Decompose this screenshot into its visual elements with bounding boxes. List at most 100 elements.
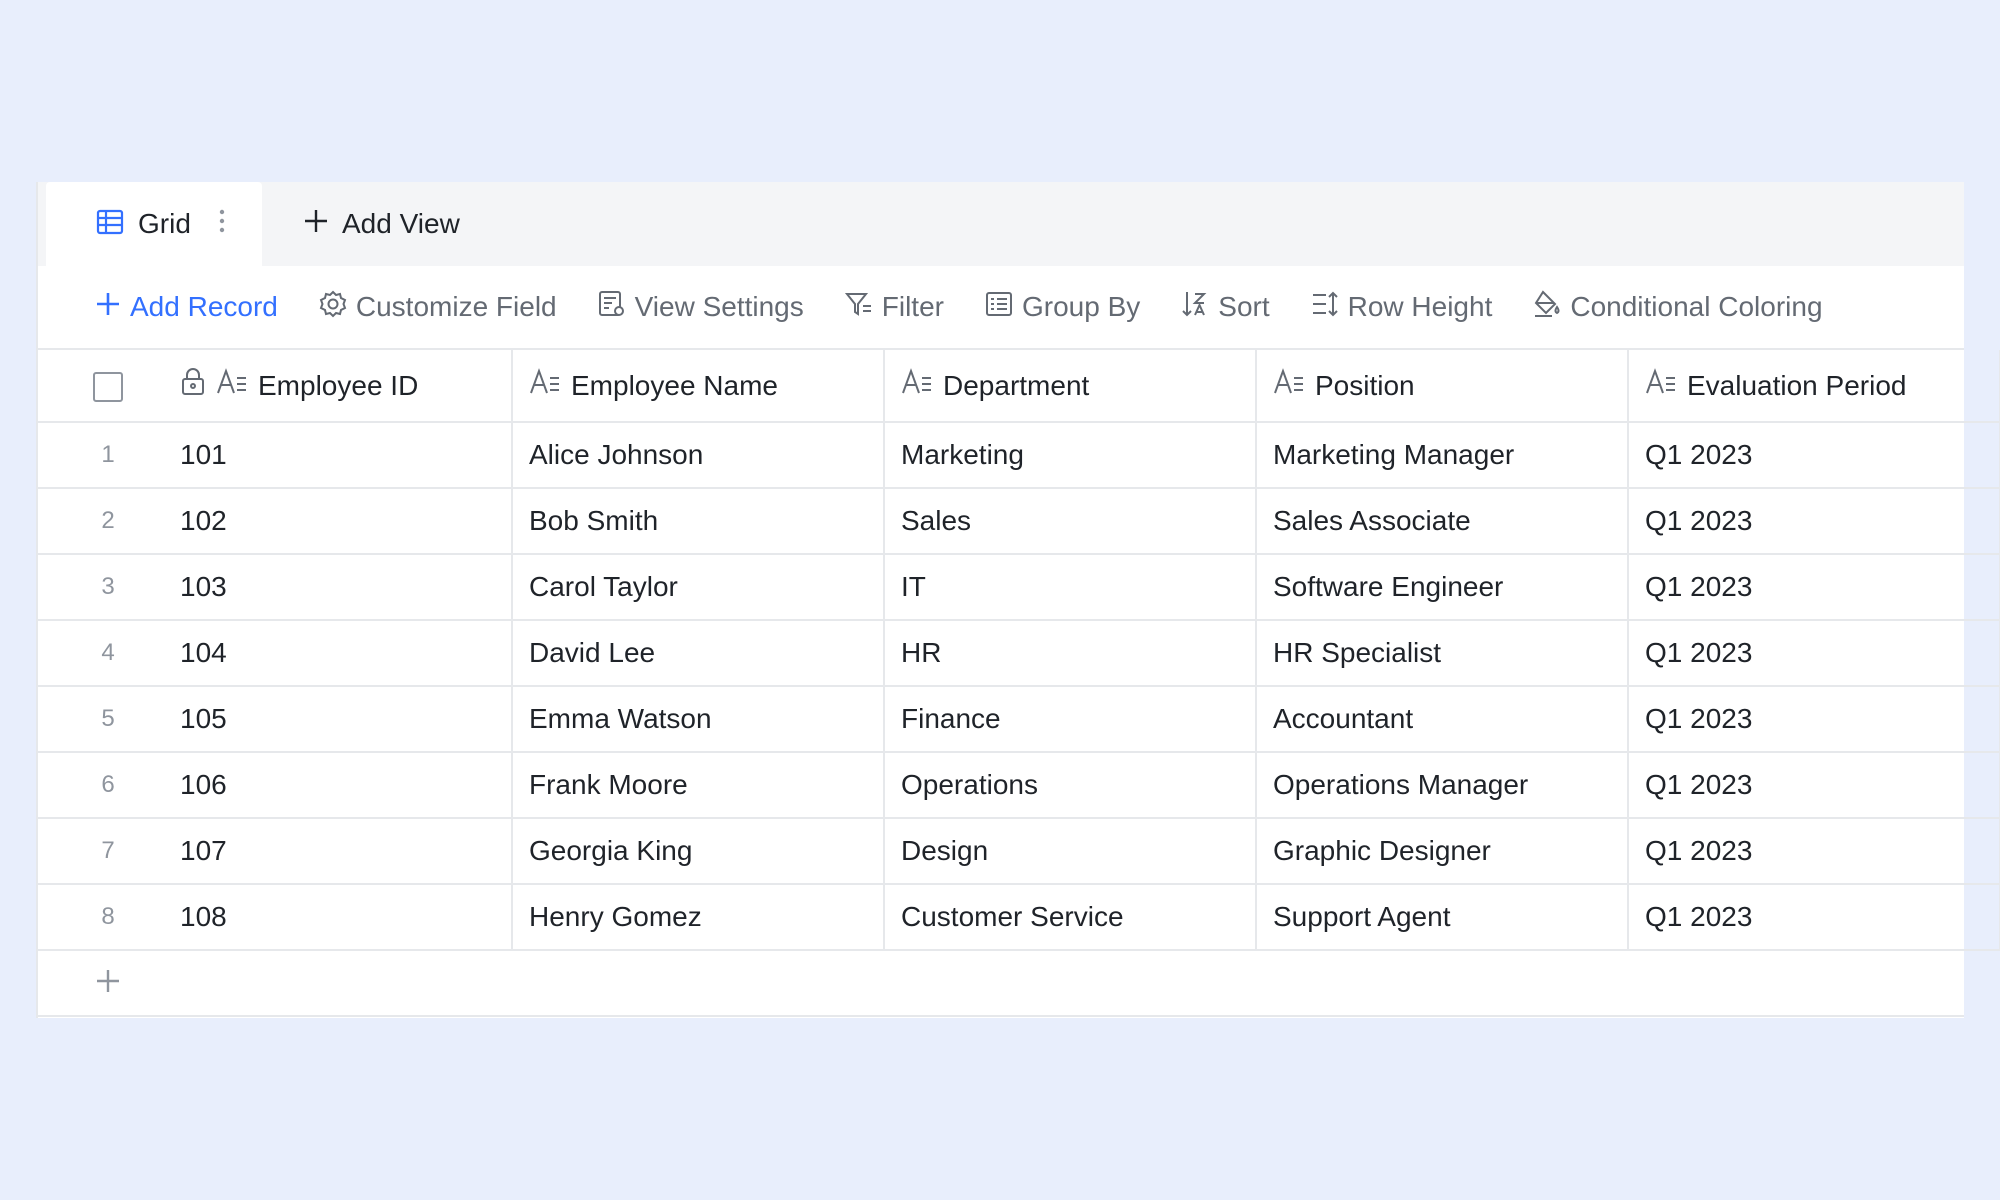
- view-tab-bar: Grid Add View: [38, 182, 1964, 266]
- sort-button[interactable]: Sort: [1180, 289, 1270, 326]
- cell-department[interactable]: Marketing: [884, 422, 1257, 489]
- cell-employee-name[interactable]: Alice Johnson: [512, 422, 885, 489]
- row-number: 5: [38, 686, 178, 753]
- add-record-label: Add Record: [130, 291, 278, 322]
- cell-department[interactable]: Customer Service: [884, 884, 1257, 951]
- cell-evaluation-period[interactable]: Q1 2023: [1628, 686, 2000, 753]
- customize-field-label: Customize Field: [355, 291, 557, 322]
- cell-evaluation-period[interactable]: Q1 2023: [1628, 752, 2000, 819]
- customize-field-button[interactable]: Customize Field: [318, 289, 557, 326]
- table-row[interactable]: 5 105 Emma Watson Finance Accountant Q1 …: [38, 686, 2000, 753]
- cell-employee-name[interactable]: Carol Taylor: [512, 554, 885, 621]
- tab-grid[interactable]: Grid: [46, 182, 262, 266]
- cell-position[interactable]: Support Agent: [1256, 884, 1629, 951]
- cell-position[interactable]: Operations Manager: [1256, 752, 1629, 819]
- cell-employee-id[interactable]: 101: [178, 422, 513, 489]
- column-header-evaluation-period[interactable]: Evaluation Period: [1628, 350, 2000, 423]
- cell-employee-name[interactable]: David Lee: [512, 620, 885, 687]
- cell-evaluation-period[interactable]: Q1 2023: [1628, 818, 2000, 885]
- cell-department[interactable]: IT: [884, 554, 1257, 621]
- records-table: Employee ID Employee Name Department Pos…: [38, 350, 2000, 951]
- cell-employee-id[interactable]: 102: [178, 488, 513, 555]
- cell-employee-name[interactable]: Henry Gomez: [512, 884, 885, 951]
- cell-position[interactable]: HR Specialist: [1256, 620, 1629, 687]
- table-header-row: Employee ID Employee Name Department Pos…: [38, 350, 2000, 423]
- cell-employee-id[interactable]: 108: [178, 884, 513, 951]
- cell-evaluation-period[interactable]: Q1 2023: [1628, 422, 2000, 489]
- table-row[interactable]: 8 108 Henry Gomez Customer Service Suppo…: [38, 884, 2000, 951]
- cell-employee-id[interactable]: 104: [178, 620, 513, 687]
- conditional-coloring-label: Conditional Coloring: [1570, 291, 1823, 322]
- column-header-label: Evaluation Period: [1687, 369, 1907, 401]
- cell-employee-id[interactable]: 107: [178, 818, 513, 885]
- filter-button[interactable]: Filter: [844, 289, 944, 326]
- view-settings-icon: [597, 289, 627, 326]
- grid-view-panel: Grid Add View Add Record Customize Field…: [36, 182, 2000, 1018]
- select-all-cell: [38, 350, 178, 423]
- cell-employee-id[interactable]: 103: [178, 554, 513, 621]
- group-by-label: Group By: [1021, 291, 1141, 322]
- more-vertical-icon[interactable]: [219, 208, 225, 241]
- column-header-label: Position: [1315, 369, 1415, 401]
- grid-icon: [96, 208, 124, 241]
- row-number: 7: [38, 818, 178, 885]
- cell-employee-id[interactable]: 106: [178, 752, 513, 819]
- table-row[interactable]: 6 106 Frank Moore Operations Operations …: [38, 752, 2000, 819]
- cell-employee-name[interactable]: Emma Watson: [512, 686, 885, 753]
- cell-evaluation-period[interactable]: Q1 2023: [1628, 488, 2000, 555]
- cell-position[interactable]: Marketing Manager: [1256, 422, 1629, 489]
- plus-icon: [94, 967, 122, 1000]
- cell-department[interactable]: Finance: [884, 686, 1257, 753]
- plus-icon: [302, 207, 330, 242]
- column-header-department[interactable]: Department: [884, 350, 1257, 423]
- text-field-icon: [529, 368, 561, 403]
- cell-position[interactable]: Software Engineer: [1256, 554, 1629, 621]
- cell-department[interactable]: Operations: [884, 752, 1257, 819]
- table-row[interactable]: 7 107 Georgia King Design Graphic Design…: [38, 818, 2000, 885]
- row-number: 8: [38, 884, 178, 951]
- row-height-button[interactable]: Row Height: [1310, 289, 1492, 326]
- table-row[interactable]: 3 103 Carol Taylor IT Software Engineer …: [38, 554, 2000, 621]
- column-header-label: Employee Name: [571, 369, 778, 401]
- text-field-icon: [216, 368, 248, 403]
- select-all-checkbox[interactable]: [93, 371, 123, 402]
- table-row[interactable]: 1 101 Alice Johnson Marketing Marketing …: [38, 422, 2000, 489]
- cell-employee-name[interactable]: Frank Moore: [512, 752, 885, 819]
- cell-department[interactable]: Design: [884, 818, 1257, 885]
- row-number: 3: [38, 554, 178, 621]
- column-header-position[interactable]: Position: [1256, 350, 1629, 423]
- text-field-icon: [1645, 368, 1677, 403]
- group-by-button[interactable]: Group By: [984, 289, 1140, 326]
- cell-employee-name[interactable]: Georgia King: [512, 818, 885, 885]
- sort-label: Sort: [1218, 291, 1270, 322]
- cell-evaluation-period[interactable]: Q1 2023: [1628, 884, 2000, 951]
- row-number: 2: [38, 488, 178, 555]
- table-row[interactable]: 4 104 David Lee HR HR Specialist Q1 2023: [38, 620, 2000, 687]
- add-view-button[interactable]: Add View: [302, 182, 460, 266]
- column-header-label: Department: [943, 369, 1090, 401]
- text-field-icon: [901, 368, 933, 403]
- cell-evaluation-period[interactable]: Q1 2023: [1628, 554, 2000, 621]
- add-row-button[interactable]: [38, 951, 1964, 1017]
- cell-position[interactable]: Sales Associate: [1256, 488, 1629, 555]
- gear-icon: [318, 289, 348, 326]
- column-header-employee-name[interactable]: Employee Name: [512, 350, 885, 423]
- plus-icon: [94, 290, 122, 325]
- conditional-coloring-button[interactable]: Conditional Coloring: [1532, 289, 1823, 326]
- cell-employee-name[interactable]: Bob Smith: [512, 488, 885, 555]
- cell-department[interactable]: HR: [884, 620, 1257, 687]
- view-settings-button[interactable]: View Settings: [597, 289, 804, 326]
- table-row[interactable]: 2 102 Bob Smith Sales Sales Associate Q1…: [38, 488, 2000, 555]
- cell-position[interactable]: Graphic Designer: [1256, 818, 1629, 885]
- tab-grid-label: Grid: [138, 208, 191, 239]
- add-record-button[interactable]: Add Record: [94, 290, 278, 325]
- cell-department[interactable]: Sales: [884, 488, 1257, 555]
- cell-position[interactable]: Accountant: [1256, 686, 1629, 753]
- cell-employee-id[interactable]: 105: [178, 686, 513, 753]
- column-header-label: Employee ID: [258, 369, 419, 401]
- cell-evaluation-period[interactable]: Q1 2023: [1628, 620, 2000, 687]
- add-view-label: Add View: [342, 208, 460, 239]
- column-header-employee-id[interactable]: Employee ID: [178, 350, 513, 423]
- toolbar: Add Record Customize Field View Settings…: [38, 266, 1964, 350]
- text-field-icon: [1273, 368, 1305, 403]
